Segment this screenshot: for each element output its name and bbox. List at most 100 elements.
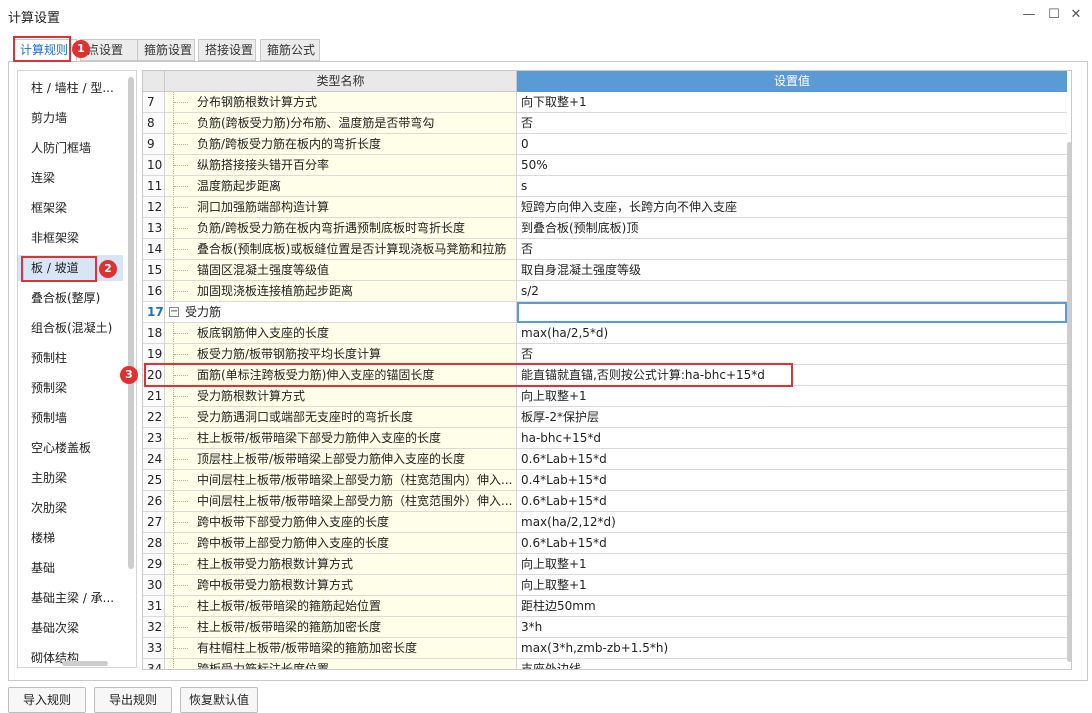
setting-value[interactable]: 0.4*Lab+15*d [517,470,1067,491]
setting-value[interactable]: 3*h [517,617,1067,638]
setting-value[interactable]: 否 [517,113,1067,134]
row-number: 11 [143,176,165,197]
setting-value[interactable]: 0 [517,134,1067,155]
tree-connector [173,155,195,175]
tree-connector [173,218,195,238]
setting-value[interactable]: 向上取整+1 [517,575,1067,596]
maximize-icon[interactable]: ☐ [1045,6,1063,24]
row-number: 14 [143,239,165,260]
table-row[interactable]: 13 负筋/跨板受力筋在板内弯折遇预制底板时弯折长度 到叠合板(预制底板)顶 [143,218,1067,239]
table-row[interactable]: 12 洞口加强筋端部构造计算 短跨方向伸入支座，长跨方向不伸入支座 [143,197,1067,218]
sidebar-item[interactable]: 预制墙 [18,405,123,431]
row-number: 29 [143,554,165,575]
minimize-icon[interactable]: — [1020,6,1038,24]
sidebar-item[interactable]: 楼梯 [18,525,123,551]
sidebar-item[interactable]: 叠合板(整厚) [18,285,123,311]
sidebar-item[interactable]: 预制柱 [18,345,123,371]
sidebar-item[interactable]: 基础次梁 [18,615,123,641]
table-row[interactable]: 11 温度筋起步距离 s [143,176,1067,197]
table-row[interactable]: 27 跨中板带下部受力筋伸入支座的长度 max(ha/2,12*d) [143,512,1067,533]
table-row[interactable]: 23 柱上板带/板带暗梁下部受力筋伸入支座的长度 ha-bhc+15*d [143,428,1067,449]
setting-value[interactable]: s/2 [517,281,1067,302]
sidebar-item[interactable]: 柱 / 墙柱 / 型... [18,75,123,101]
setting-value[interactable]: max(ha/2,5*d) [517,323,1067,344]
table-row[interactable]: 32 柱上板带/板带暗梁的箍筋加密长度 3*h [143,617,1067,638]
table-row[interactable]: 7 分布钢筋根数计算方式 向下取整+1 [143,92,1067,113]
sidebar-item[interactable]: 预制梁 [18,375,123,401]
type-name: 跨中板带受力筋根数计算方式 [197,578,354,592]
row-number: 34 [143,659,165,669]
restore-defaults-button[interactable]: 恢复默认值 [180,687,258,713]
table-row[interactable]: 16 加固现浇板连接植筋起步距离 s/2 [143,281,1067,302]
setting-value[interactable]: 50% [517,155,1067,176]
sidebar-item[interactable]: 非框架梁 [18,225,123,251]
table-row[interactable]: 30 跨中板带受力筋根数计算方式 向上取整+1 [143,575,1067,596]
table-row[interactable]: 29 柱上板带受力筋根数计算方式 向上取整+1 [143,554,1067,575]
table-row[interactable]: 18 板底钢筋伸入支座的长度 max(ha/2,5*d) [143,323,1067,344]
setting-value[interactable]: 向上取整+1 [517,554,1067,575]
setting-value[interactable]: 短跨方向伸入支座，长跨方向不伸入支座 [517,197,1067,218]
table-row[interactable]: 10 纵筋搭接接头错开百分率 50% [143,155,1067,176]
sidebar-horizontal-scrollbar[interactable] [62,661,108,666]
setting-value[interactable]: max(3*h,zmb-zb+1.5*h) [517,638,1067,659]
sidebar-item[interactable]: 连梁 [18,165,123,191]
table-row[interactable]: 22 受力筋遇洞口或端部无支座时的弯折长度 板厚-2*保护层 [143,407,1067,428]
grid-header: 类型名称 设置值 [143,71,1071,92]
setting-value[interactable]: ha-bhc+15*d [517,428,1067,449]
row-number: 26 [143,491,165,512]
sidebar-scroll-thumb[interactable] [128,77,134,569]
tab-stirrup-settings[interactable]: 箍筋设置 [137,39,195,61]
table-row[interactable]: 15 锚固区混凝土强度等级值 取自身混凝土强度等级 [143,260,1067,281]
table-row[interactable]: 19 板受力筋/板带钢筋按平均长度计算 否 [143,344,1067,365]
setting-value-selected[interactable] [517,302,1067,323]
setting-value[interactable]: s [517,176,1067,197]
table-row[interactable]: 21 受力筋根数计算方式 向上取整+1 [143,386,1067,407]
row-number: 13 [143,218,165,239]
sidebar-item[interactable]: 空心楼盖板 [18,435,123,461]
import-rules-button[interactable]: 导入规则 [8,687,86,713]
type-name: 加固现浇板连接植筋起步距离 [197,284,354,298]
sidebar-item[interactable]: 剪力墙 [18,105,123,131]
table-row[interactable]: 14 叠合板(预制底板)或板缝位置是否计算现浇板马凳筋和拉筋否 [143,239,1067,260]
setting-value[interactable]: 0.6*Lab+15*d [517,449,1067,470]
setting-value[interactable]: 向下取整+1 [517,92,1067,113]
table-row[interactable]: 31 柱上板带/板带暗梁的箍筋起始位置 距柱边50mm [143,596,1067,617]
sidebar-item[interactable]: 次肋梁 [18,495,123,521]
setting-value[interactable]: 0.6*Lab+15*d [517,533,1067,554]
group-row-rebar[interactable]: 17− 受力筋 [143,302,1067,323]
grid-scroll-thumb[interactable] [1067,142,1071,662]
close-icon[interactable]: ✕ [1067,6,1085,24]
type-name: 负筋/跨板受力筋在板内弯折遇预制底板时弯折长度 [197,221,466,235]
table-row[interactable]: 24 顶层柱上板带/板带暗梁上部受力筋伸入支座的长度 0.6*Lab+15*d [143,449,1067,470]
sidebar-item[interactable]: 框架梁 [18,195,123,221]
tab-stirrup-formula[interactable]: 箍筋公式 [260,39,320,61]
setting-value[interactable]: 距柱边50mm [517,596,1067,617]
setting-value[interactable]: 到叠合板(预制底板)顶 [517,218,1067,239]
sidebar-item[interactable]: 人防门框墙 [18,135,123,161]
sidebar-item[interactable]: 组合板(混凝土) [18,315,123,341]
setting-value[interactable]: 取自身混凝土强度等级 [517,260,1067,281]
tab-lap-settings[interactable]: 搭接设置 [198,39,256,61]
table-row[interactable]: 34 跨板受力筋标注长度位置 支座外边线 [143,659,1067,669]
setting-value[interactable]: max(ha/2,12*d) [517,512,1067,533]
table-row[interactable]: 9 负筋/跨板受力筋在板内的弯折长度 0 [143,134,1067,155]
setting-value[interactable]: 向上取整+1 [517,386,1067,407]
setting-value[interactable]: 否 [517,344,1067,365]
table-row[interactable]: 26 中间层柱上板带/板带暗梁上部受力筋（柱宽范围外）伸入... 0.6*Lab+1… [143,491,1067,512]
export-rules-button[interactable]: 导出规则 [94,687,172,713]
sidebar-item[interactable]: 主肋梁 [18,465,123,491]
setting-value[interactable]: 0.6*Lab+15*d [517,491,1067,512]
table-row[interactable]: 25 中间层柱上板带/板带暗梁上部受力筋（柱宽范围内）伸入... 0.4*Lab+1… [143,470,1067,491]
setting-value[interactable]: 否 [517,239,1067,260]
row-number: 22 [143,407,165,428]
table-row[interactable]: 28 跨中板带上部受力筋伸入支座的长度 0.6*Lab+15*d [143,533,1067,554]
setting-value[interactable]: 板厚-2*保护层 [517,407,1067,428]
sidebar-item[interactable]: 基础主梁 / 承... [18,585,123,611]
sidebar-item[interactable]: 基础 [18,555,123,581]
tree-connector [173,428,195,448]
table-row[interactable]: 33 有柱帽柱上板带/板带暗梁的箍筋加密长度 max(3*h,zmb-zb+1.5*… [143,638,1067,659]
grid-vertical-scrollbar[interactable] [1067,92,1071,669]
collapse-icon[interactable]: − [169,307,179,317]
setting-value[interactable]: 支座外边线 [517,659,1067,669]
table-row[interactable]: 8 负筋(跨板受力筋)分布筋、温度筋是否带弯勾 否 [143,113,1067,134]
